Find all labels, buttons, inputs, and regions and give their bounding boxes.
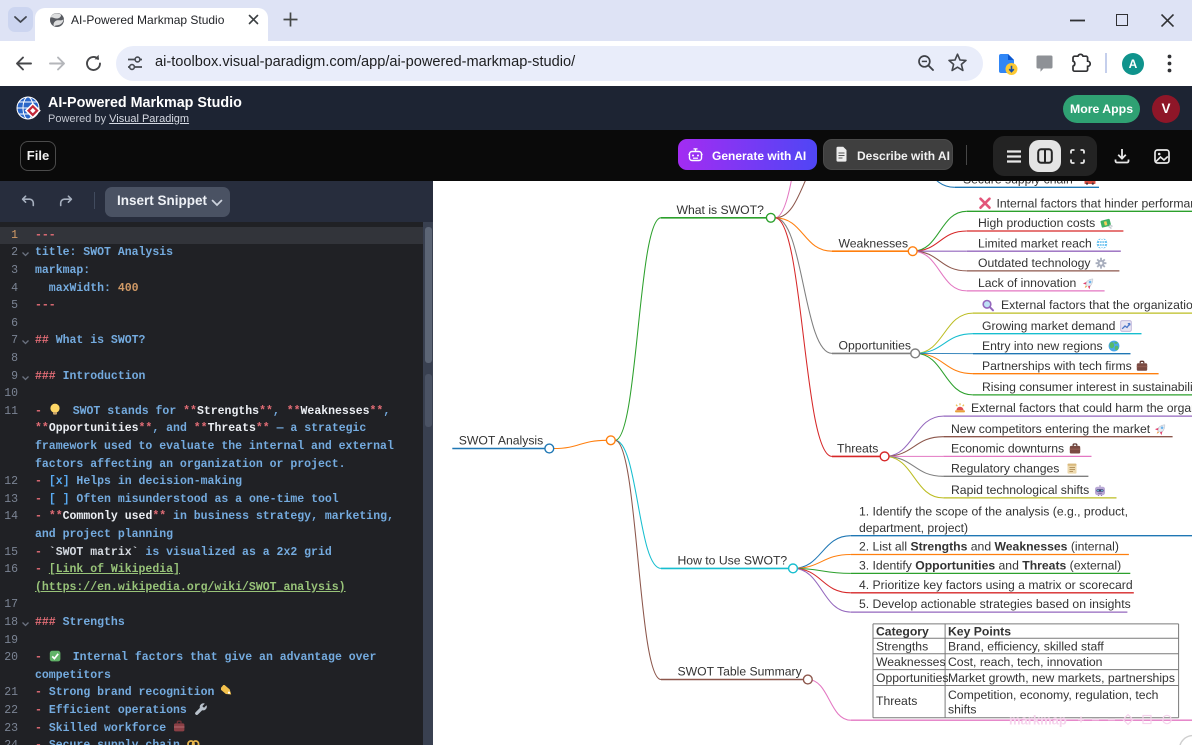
svg-text:Weaknesses: Weaknesses <box>876 655 946 669</box>
svg-text:Cost, reach, tech, innovation: Cost, reach, tech, innovation <box>948 655 1102 669</box>
svg-text:Category: Category <box>876 625 929 639</box>
svg-text:Strengths: Strengths <box>876 640 928 654</box>
svg-text:Growing market demand: Growing market demand <box>982 319 1115 333</box>
svg-text:External factors that could ha: External factors that could harm the org… <box>971 401 1192 415</box>
svg-text:markmap: markmap <box>1009 712 1067 727</box>
svg-text:5. Develop actionable strategi: 5. Develop actionable strategies based o… <box>859 597 1131 611</box>
svg-text:Secure supply chain: Secure supply chain <box>963 181 1073 186</box>
svg-text:How to Use SWOT?: How to Use SWOT? <box>678 554 788 568</box>
svg-text:SWOT Analysis: SWOT Analysis <box>459 434 543 448</box>
svg-text:Threats: Threats <box>837 442 878 456</box>
svg-text:SWOT Table Summary: SWOT Table Summary <box>678 665 803 679</box>
svg-text:Rapid technological shifts: Rapid technological shifts <box>951 483 1089 497</box>
svg-text:Opportunities: Opportunities <box>839 339 912 353</box>
svg-text:3. Identify Opportunities and: 3. Identify Opportunities and Threats (e… <box>859 559 1121 573</box>
svg-text:Partnerships with tech firms: Partnerships with tech firms <box>982 359 1132 373</box>
svg-text:Key Points: Key Points <box>948 625 1011 639</box>
svg-text:Weaknesses: Weaknesses <box>839 236 909 250</box>
svg-text:2. List all Strengths and Weak: 2. List all Strengths and Weaknesses (in… <box>859 540 1119 554</box>
svg-text:Economic downturns: Economic downturns <box>951 442 1064 456</box>
svg-text:4. Prioritize key factors usin: 4. Prioritize key factors using a matrix… <box>859 578 1133 592</box>
svg-text:Entry into new regions: Entry into new regions <box>982 339 1103 353</box>
svg-text:High production costs: High production costs <box>978 216 1095 230</box>
svg-text:Opportunities: Opportunities <box>876 671 949 685</box>
svg-text:Threats: Threats <box>876 694 917 708</box>
svg-text:Market growth, new markets, pa: Market growth, new markets, partnerships <box>948 671 1175 685</box>
svg-text:External factors that the orga: External factors that the organization c… <box>1001 298 1192 312</box>
svg-text:What is SWOT?: What is SWOT? <box>677 203 765 217</box>
svg-text:Rising consumer interest in su: Rising consumer interest in sustainabili… <box>982 380 1192 394</box>
svg-text:Limited market reach: Limited market reach <box>978 236 1092 250</box>
svg-text:Brand, efficiency, skilled sta: Brand, efficiency, skilled staff <box>948 640 1104 654</box>
svg-text:department, project): department, project) <box>859 521 968 535</box>
svg-text:shifts: shifts <box>948 702 976 716</box>
svg-text:Competition, economy, regulati: Competition, economy, regulation, tech <box>948 688 1158 702</box>
svg-text:Outdated technology: Outdated technology <box>978 256 1091 270</box>
svg-text:Lack of innovation: Lack of innovation <box>978 276 1076 290</box>
svg-text:Internal factors that hinder p: Internal factors that hinder performance <box>997 196 1192 210</box>
svg-text:Regulatory changes: Regulatory changes <box>951 461 1059 475</box>
svg-text:1. Identify the scope of the a: 1. Identify the scope of the analysis (e… <box>859 505 1128 519</box>
svg-text:New competitors entering the m: New competitors entering the market <box>951 422 1151 436</box>
